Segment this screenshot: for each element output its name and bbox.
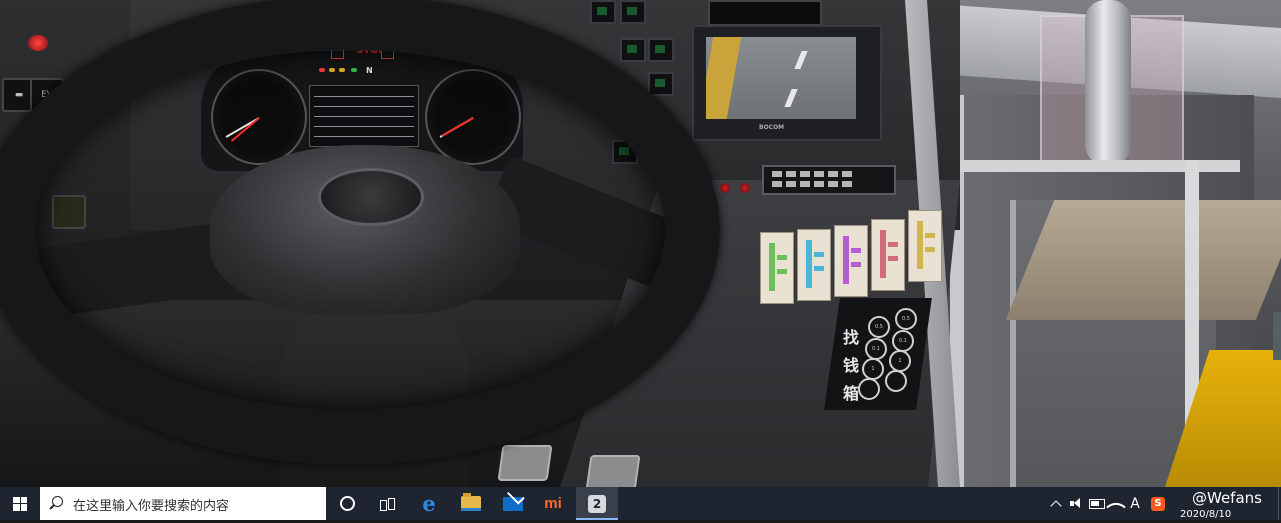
keypad-key[interactable]: [786, 181, 796, 187]
coin-slot[interactable]: 0.5: [895, 308, 917, 330]
switch-door-1[interactable]: [590, 0, 616, 24]
keypad-key[interactable]: [828, 181, 838, 187]
ticket-roll-4[interactable]: [871, 219, 905, 291]
ticket-roll-5[interactable]: [908, 210, 942, 282]
keypad-key[interactable]: [800, 181, 810, 187]
switch-wiper[interactable]: [648, 72, 674, 96]
coin-slot[interactable]: 0.1: [892, 330, 914, 352]
task-view-icon: [380, 497, 395, 511]
coin-slot[interactable]: [885, 370, 907, 392]
input-method-button[interactable]: A: [1127, 487, 1143, 520]
brake-pedal[interactable]: [497, 445, 553, 481]
sogou-icon: S: [1151, 496, 1165, 511]
keypad-key[interactable]: [772, 181, 782, 187]
search-placeholder: 在这里输入你要搜索的内容: [73, 499, 230, 514]
search-icon: [52, 496, 63, 507]
keypad-key[interactable]: [772, 171, 782, 177]
ticket-roll-1[interactable]: [760, 232, 794, 304]
speaker-icon: [1069, 498, 1083, 509]
change-box-char-2: 钱: [843, 356, 860, 375]
taskbar-app-bus-simulator[interactable]: 2: [576, 487, 618, 520]
taskbar-app-file-explorer[interactable]: [450, 487, 492, 520]
game-viewport[interactable]: ▬ EV STOP N BOCOM 找 钱 箱 0.5 0.5 0.1 0.1 …: [0, 0, 1281, 487]
chevron-up-icon: [1050, 500, 1062, 512]
horn-button[interactable]: [318, 168, 424, 226]
ticket-roll-3[interactable]: [834, 225, 868, 297]
battery-icon: [1089, 498, 1105, 509]
switch-light-1[interactable]: [620, 38, 646, 62]
coin-slot[interactable]: 0.1: [865, 338, 887, 360]
battery-button[interactable]: [1088, 487, 1106, 520]
windows-taskbar: 在这里输入你要搜索的内容 e mi 2 A S 2020/8/10: [0, 487, 1281, 520]
keypad-key[interactable]: [828, 171, 838, 177]
network-button[interactable]: [1106, 487, 1126, 520]
keypad-key[interactable]: [786, 171, 796, 177]
ticket-stripe: [769, 243, 775, 291]
cortana-button[interactable]: [326, 487, 368, 520]
coin-slot[interactable]: 1: [889, 350, 911, 372]
keypad-key[interactable]: [814, 181, 824, 187]
start-button[interactable]: [0, 487, 40, 520]
watermark: @Wefans: [1192, 489, 1262, 507]
ticket-roll-2[interactable]: [797, 229, 831, 301]
volume-button[interactable]: [1067, 487, 1085, 520]
taskbar-app-xiaomi[interactable]: mi: [532, 487, 574, 520]
announcer-keypad: [762, 165, 896, 195]
change-box-char-1: 找: [843, 328, 860, 347]
cortana-icon: [339, 496, 355, 511]
mail-icon: [503, 496, 523, 511]
windows-logo-icon: [13, 496, 27, 511]
switch-door-2[interactable]: [620, 0, 646, 24]
edge-icon: e: [422, 491, 436, 516]
keypad-key[interactable]: [842, 171, 852, 177]
top-display: [708, 0, 822, 26]
folder-icon: [461, 493, 481, 511]
emergency-button[interactable]: [28, 35, 48, 51]
side-scroll-handle[interactable]: [1273, 312, 1281, 360]
clock-date: 2020/8/10: [1180, 509, 1232, 520]
monitor-brand-label: BOCOM: [759, 124, 785, 131]
xiaomi-icon: mi: [544, 495, 562, 512]
grab-pole: [1085, 0, 1131, 165]
taskbar-search-box[interactable]: 在这里输入你要搜索的内容: [40, 487, 326, 520]
rear-camera-view: [706, 37, 856, 119]
accelerator-pedal[interactable]: [585, 455, 641, 487]
bus-simulator-icon: 2: [588, 494, 606, 513]
red-key-2[interactable]: [720, 183, 730, 193]
keypad-key[interactable]: [814, 171, 824, 177]
keypad-key[interactable]: [842, 181, 852, 187]
taskbar-app-edge[interactable]: e: [408, 487, 450, 520]
coin-slot[interactable]: 0.5: [868, 316, 890, 338]
red-key-3[interactable]: [740, 183, 750, 193]
rear-view-monitor: BOCOM: [692, 25, 882, 141]
task-view-button[interactable]: [366, 487, 408, 520]
switch-light-2[interactable]: [648, 38, 674, 62]
show-hidden-icons-button[interactable]: [1048, 487, 1064, 520]
taskbar-app-mail[interactable]: [492, 487, 534, 520]
coin-slot[interactable]: 1: [862, 358, 884, 380]
wifi-icon: [1106, 496, 1126, 517]
keypad-key[interactable]: [800, 171, 810, 177]
ticket-tray: [1005, 200, 1281, 320]
coin-slot[interactable]: [858, 378, 880, 400]
sogou-ime-button[interactable]: S: [1149, 487, 1167, 520]
